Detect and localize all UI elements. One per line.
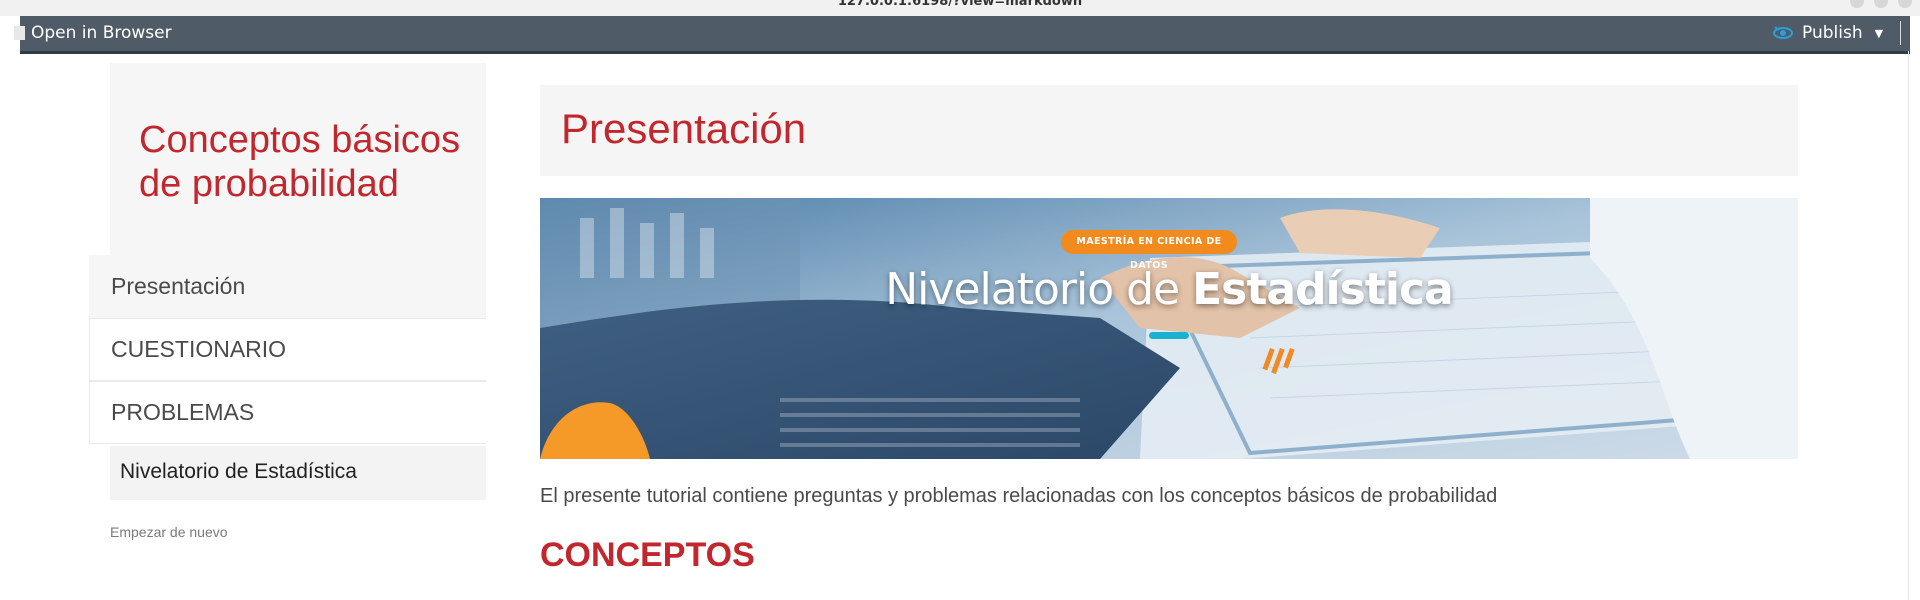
sidebar-item-problemas[interactable]: PROBLEMAS	[89, 381, 486, 444]
start-over-link[interactable]: Empezar de nuevo	[110, 524, 228, 540]
banner-heading-light: Nivelatorio de	[885, 264, 1180, 315]
sidebar-item-cuestionario[interactable]: CUESTIONARIO	[89, 318, 486, 381]
toolbar-divider	[1900, 21, 1901, 45]
banner-image: MAESTRÍA EN CIENCIA DE DATOS Nivelatorio…	[540, 198, 1798, 459]
publish-label: Publish	[1802, 23, 1863, 43]
sidebar-subitem-nivelatorio[interactable]: Nivelatorio de Estadística	[110, 446, 486, 500]
app-toolbar: Open in Browser Publish ▼	[14, 16, 1920, 54]
banner-heading: Nivelatorio de Estadística	[540, 264, 1798, 315]
window-controls	[1850, 0, 1912, 8]
program-badge: MAESTRÍA EN CIENCIA DE DATOS	[1061, 230, 1237, 271]
minimize-button[interactable]	[1850, 0, 1864, 8]
publish-button[interactable]: Publish ▼	[1772, 23, 1883, 43]
viewer-edge	[1908, 51, 1909, 600]
sidebar-item-label: CUESTIONARIO	[111, 336, 287, 362]
banner-heading-bold: Estadística	[1192, 264, 1454, 315]
sidebar-header: Conceptos básicos de probabilidad	[110, 63, 486, 255]
intro-paragraph: El presente tutorial contiene preguntas …	[540, 485, 1498, 507]
sidebar-item-label: PROBLEMAS	[111, 399, 255, 425]
window-title-bar: 127.0.0.1:6198/?view=markdown	[0, 0, 1920, 16]
sidebar-item-label: Presentación	[111, 273, 246, 299]
window-url: 127.0.0.1:6198/?view=markdown	[837, 0, 1083, 9]
refresh-icon[interactable]	[1908, 22, 1920, 44]
banner-accent-bar	[1149, 332, 1189, 339]
maximize-button[interactable]	[1874, 0, 1888, 8]
section-heading: CONCEPTOS	[540, 536, 755, 574]
chevron-down-icon[interactable]: ▼	[1875, 27, 1883, 40]
tutorial-title: Conceptos básicos de probabilidad	[139, 119, 461, 205]
sidebar-item-presentacion[interactable]: Presentación	[89, 255, 486, 318]
page-title: Presentación	[561, 105, 807, 152]
section-header: Presentación	[540, 85, 1798, 176]
document-icon	[14, 26, 25, 40]
publish-icon	[1773, 26, 1793, 39]
open-in-browser-button[interactable]: Open in Browser	[14, 23, 172, 43]
open-in-browser-label: Open in Browser	[31, 23, 172, 43]
close-button[interactable]	[1898, 0, 1912, 8]
